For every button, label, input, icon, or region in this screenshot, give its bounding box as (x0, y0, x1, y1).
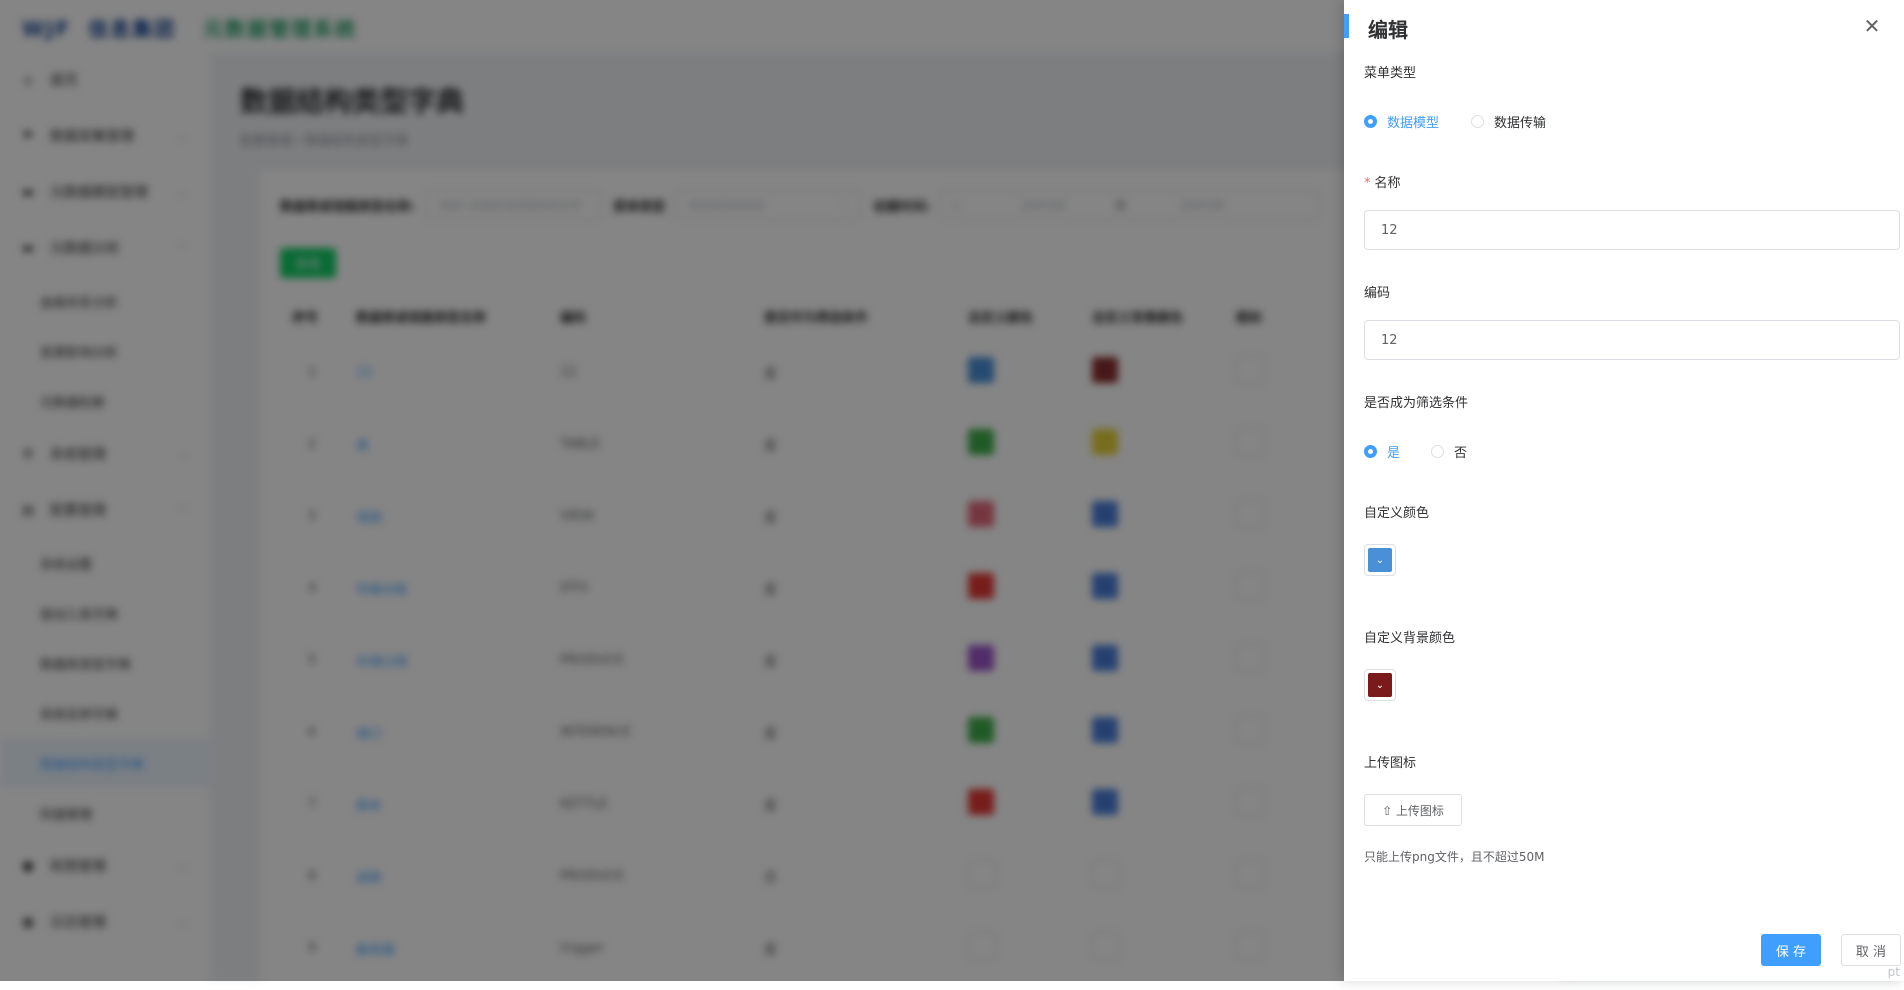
drawer-title: 编辑 (1368, 18, 1408, 42)
radio-data-model[interactable]: 数据模型 (1364, 112, 1439, 131)
radio-dot (1431, 445, 1444, 458)
modal-mask[interactable] (0, 0, 1344, 981)
code-label: 编码 (1364, 286, 1391, 301)
radio-label: 数据传输 (1494, 116, 1547, 131)
menu-type-label: 菜单类型 (1364, 66, 1417, 81)
code-input[interactable]: 12 (1364, 320, 1900, 360)
radio-filter-no[interactable]: 否 (1431, 442, 1467, 461)
upload-tip: 只能上传png文件，且不超过50M (1364, 850, 1545, 864)
custom-bg-color-label: 自定义背景颜色 (1364, 631, 1456, 646)
upload-icon-button[interactable]: ⇧ 上传图标 (1364, 794, 1462, 826)
custom-color-label: 自定义颜色 (1364, 506, 1430, 521)
radio-data-transfer[interactable]: 数据传输 (1471, 112, 1546, 131)
watermark: pt (1887, 965, 1900, 979)
close-icon[interactable]: ✕ (1860, 14, 1884, 38)
name-input[interactable]: 12 (1364, 210, 1900, 250)
name-label-text: 名称 (1374, 176, 1401, 191)
name-label: * 名称 (1364, 172, 1401, 191)
chevron-down-icon: ⌄ (1368, 548, 1392, 572)
chevron-down-icon: ⌄ (1368, 673, 1392, 697)
filter-condition-label: 是否成为筛选条件 (1364, 396, 1469, 411)
drawer-accent-bar (1344, 14, 1349, 38)
save-button[interactable]: 保 存 (1761, 934, 1821, 966)
cancel-button[interactable]: 取 消 (1841, 934, 1901, 966)
bg-color-picker[interactable]: ⌄ (1364, 669, 1396, 701)
upload-icon-label: 上传图标 (1364, 756, 1417, 771)
radio-label: 数据模型 (1387, 116, 1440, 131)
radio-label: 否 (1454, 446, 1468, 461)
edit-drawer: 编辑 ✕ 菜单类型 数据模型 数据传输 * 名称 12 编码 12 是否成为筛选条… (1344, 0, 1904, 981)
required-mark: * (1364, 176, 1371, 191)
color-picker[interactable]: ⌄ (1364, 544, 1396, 576)
radio-filter-yes[interactable]: 是 (1364, 442, 1400, 461)
radio-dot (1471, 115, 1484, 128)
radio-label: 是 (1387, 446, 1401, 461)
radio-dot (1364, 115, 1377, 128)
radio-dot (1364, 445, 1377, 458)
